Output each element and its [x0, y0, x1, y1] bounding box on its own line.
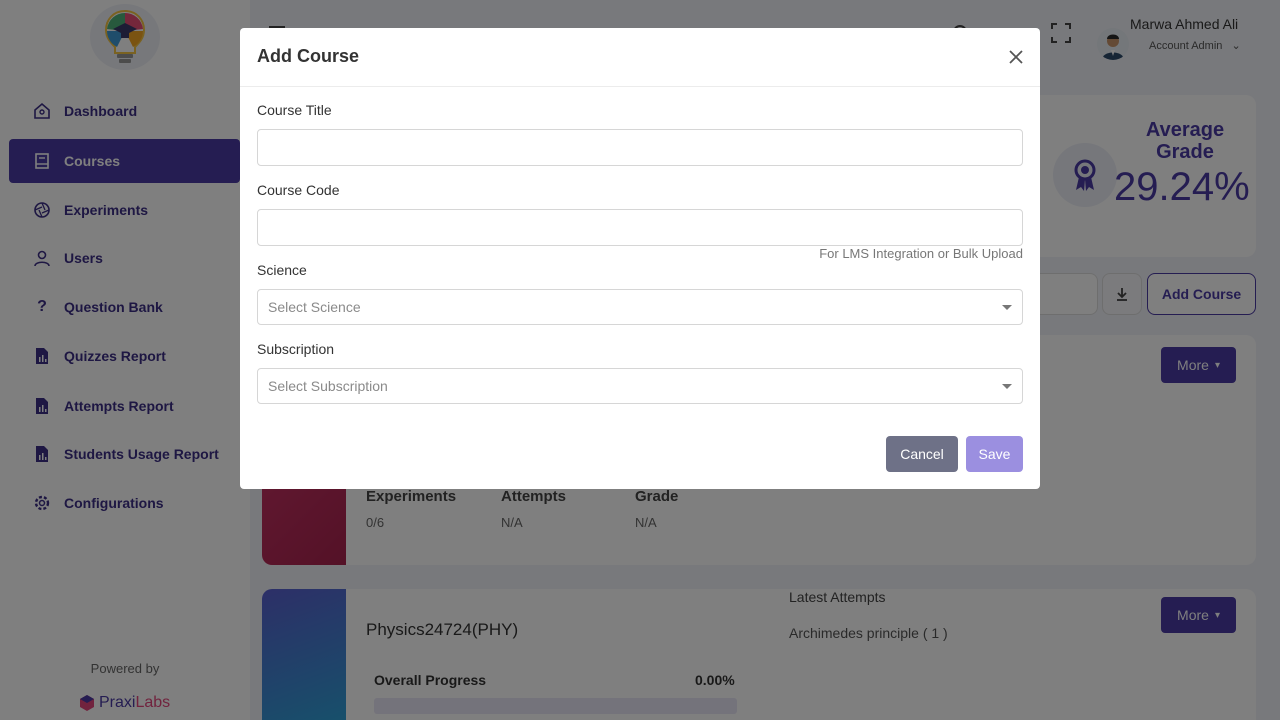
modal-title: Add Course — [257, 46, 360, 66]
science-select-placeholder: Select Science — [268, 299, 361, 315]
close-button[interactable] — [1006, 47, 1026, 67]
science-label: Science — [257, 262, 307, 278]
cancel-button[interactable]: Cancel — [886, 436, 958, 472]
save-button[interactable]: Save — [966, 436, 1023, 472]
modal-divider — [240, 86, 1040, 87]
course-code-label: Course Code — [257, 182, 340, 198]
caret-down-icon — [1002, 384, 1012, 389]
subscription-select-placeholder: Select Subscription — [268, 378, 388, 394]
caret-down-icon — [1002, 305, 1012, 310]
course-title-label: Course Title — [257, 102, 332, 118]
subscription-label: Subscription — [257, 341, 335, 357]
course-code-hint: For LMS Integration or Bulk Upload — [819, 246, 1023, 261]
add-course-modal: Add Course Course Title Course Code For … — [240, 28, 1040, 489]
science-select[interactable]: Select Science — [257, 289, 1023, 325]
subscription-select[interactable]: Select Subscription — [257, 368, 1023, 404]
course-code-input[interactable] — [257, 209, 1023, 246]
course-title-input[interactable] — [257, 129, 1023, 166]
close-icon — [1009, 50, 1023, 64]
